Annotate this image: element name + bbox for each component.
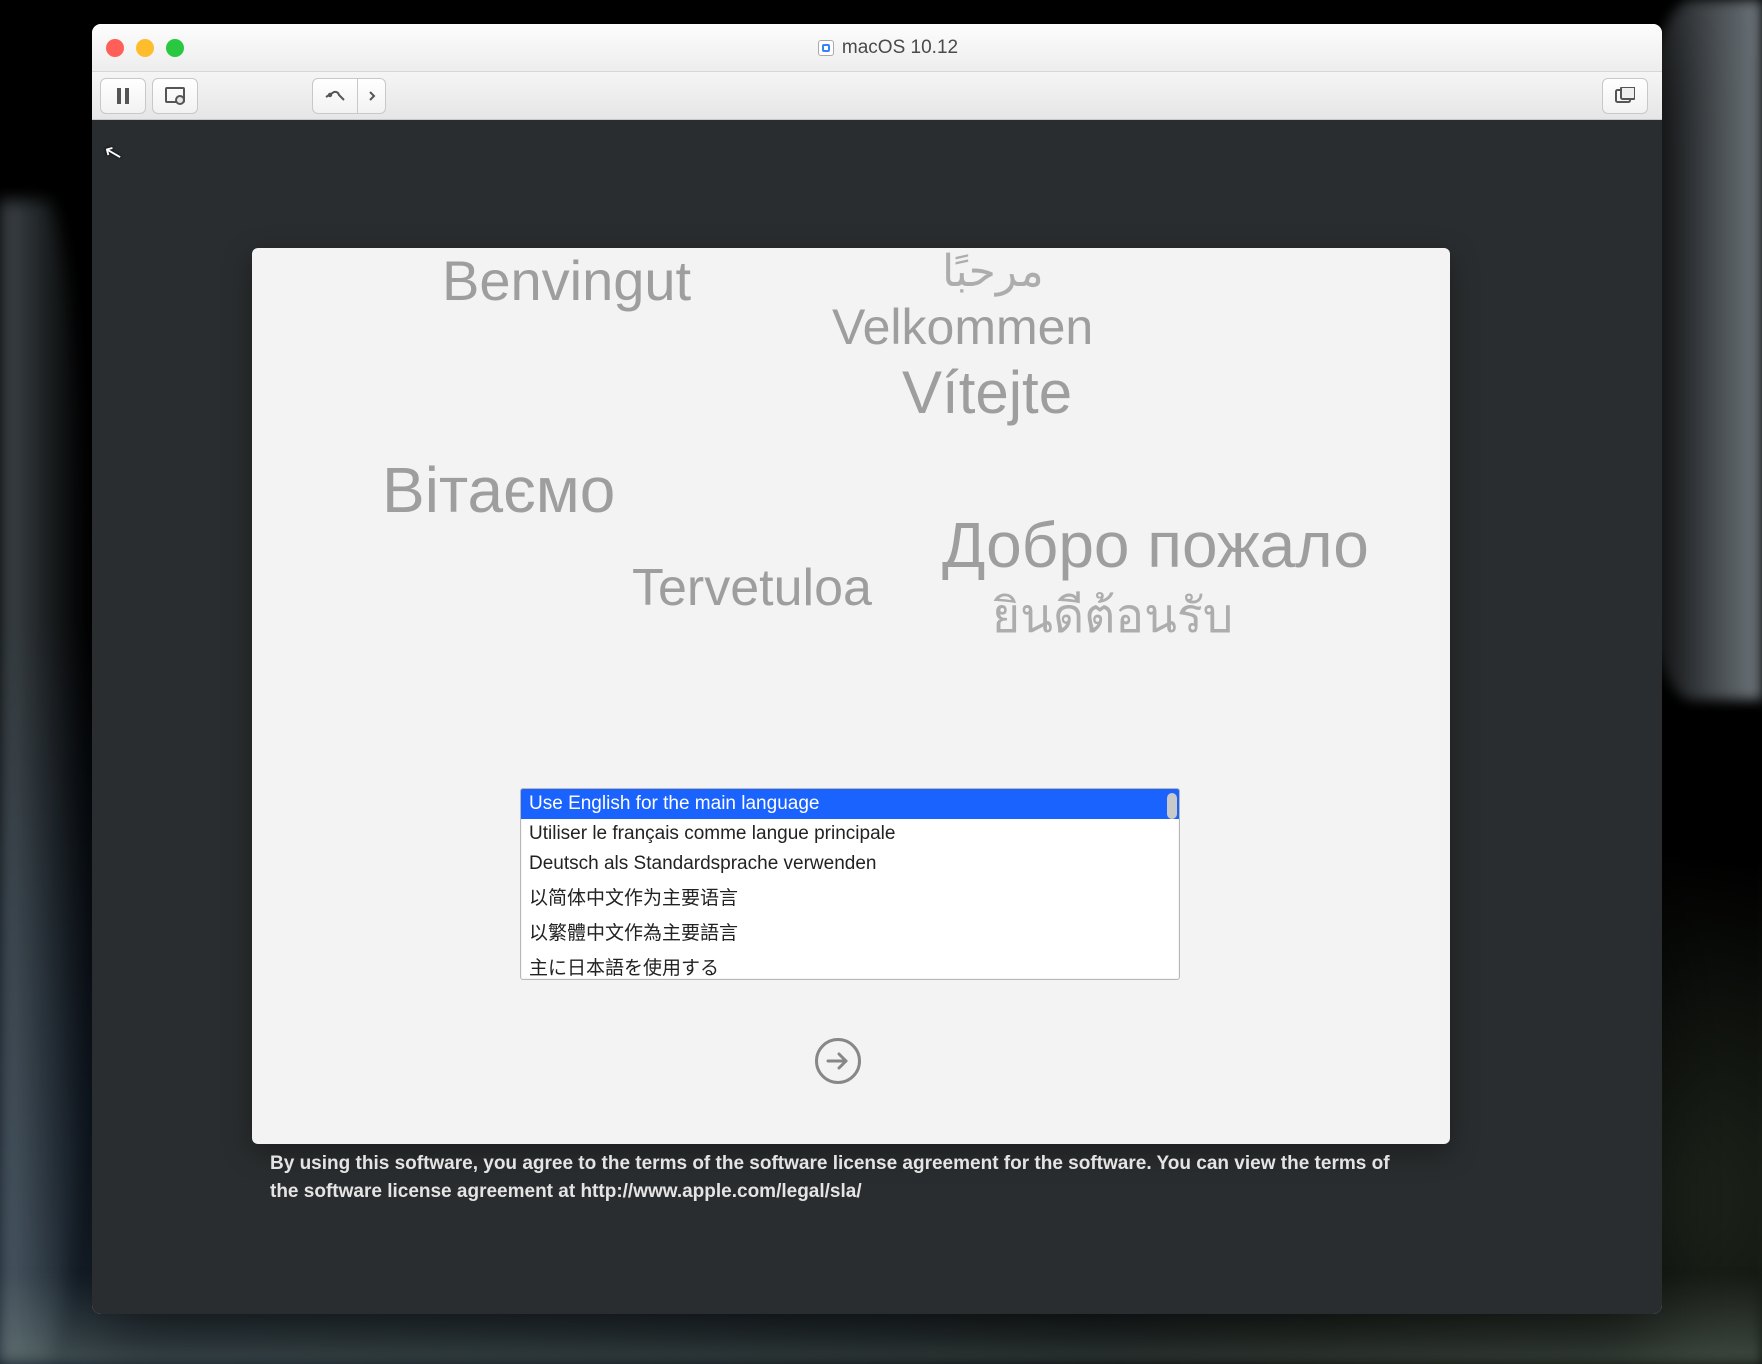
language-option[interactable]: 以简体中文作为主要语言 xyxy=(521,879,1179,914)
language-option[interactable]: Use English for the main language xyxy=(521,789,1179,819)
settings-menu-button[interactable] xyxy=(358,78,386,114)
setup-assistant-panel: enit Benvingut مرحبًا Velkommen Vítejte … xyxy=(252,248,1450,1144)
language-list: Use English for the main language Utilis… xyxy=(521,789,1179,979)
traffic-lights xyxy=(106,39,184,57)
welcome-word: Velkommen xyxy=(832,298,1093,356)
settings-button[interactable] xyxy=(312,78,358,114)
minimize-window-button[interactable] xyxy=(136,39,154,57)
zoom-window-button[interactable] xyxy=(166,39,184,57)
window-title-text: macOS 10.12 xyxy=(842,37,958,59)
language-option[interactable]: 以繁體中文作為主要語言 xyxy=(521,914,1179,949)
snapshot-button[interactable] xyxy=(152,78,198,114)
window-title: macOS 10.12 xyxy=(184,37,1592,59)
welcome-word: Tervetuloa xyxy=(632,558,872,618)
license-text: By using this software, you agree to the… xyxy=(270,1150,1410,1205)
titlebar[interactable]: macOS 10.12 xyxy=(92,24,1662,72)
scrollbar-thumb[interactable] xyxy=(1167,793,1177,819)
welcome-word: Benvingut xyxy=(442,248,691,313)
vm-window: macOS 10.12 ↖ xyxy=(92,24,1662,1314)
welcome-word: Вітаємо xyxy=(382,453,615,527)
language-option[interactable]: 主に日本語を使用する xyxy=(521,949,1179,979)
vm-toolbar xyxy=(92,72,1662,120)
desktop-decor xyxy=(0,200,90,1360)
language-option[interactable]: Utiliser le français comme langue princi… xyxy=(521,819,1179,849)
host-desktop: macOS 10.12 ↖ xyxy=(0,0,1762,1364)
welcome-word: ยินดีต้อนรับ xyxy=(992,578,1233,654)
continue-button[interactable] xyxy=(815,1038,861,1084)
cursor-icon: ↖ xyxy=(101,138,126,168)
welcome-word: مرحبًا xyxy=(942,248,1044,297)
close-window-button[interactable] xyxy=(106,39,124,57)
guest-screen: ↖ enit Benvingut مرحبًا Velkommen Vítejt… xyxy=(92,120,1662,1314)
welcome-word: Добро пожало xyxy=(942,508,1369,582)
language-select[interactable]: Use English for the main language Utilis… xyxy=(520,788,1180,980)
language-option[interactable]: Deutsch als Standardsprache verwenden xyxy=(521,849,1179,879)
fullscreen-button[interactable] xyxy=(1602,78,1648,114)
app-icon xyxy=(818,40,834,56)
welcome-word: Vítejte xyxy=(902,358,1072,427)
welcome-word-cloud: enit Benvingut مرحبًا Velkommen Vítejte … xyxy=(252,248,1450,808)
pause-button[interactable] xyxy=(100,78,146,114)
